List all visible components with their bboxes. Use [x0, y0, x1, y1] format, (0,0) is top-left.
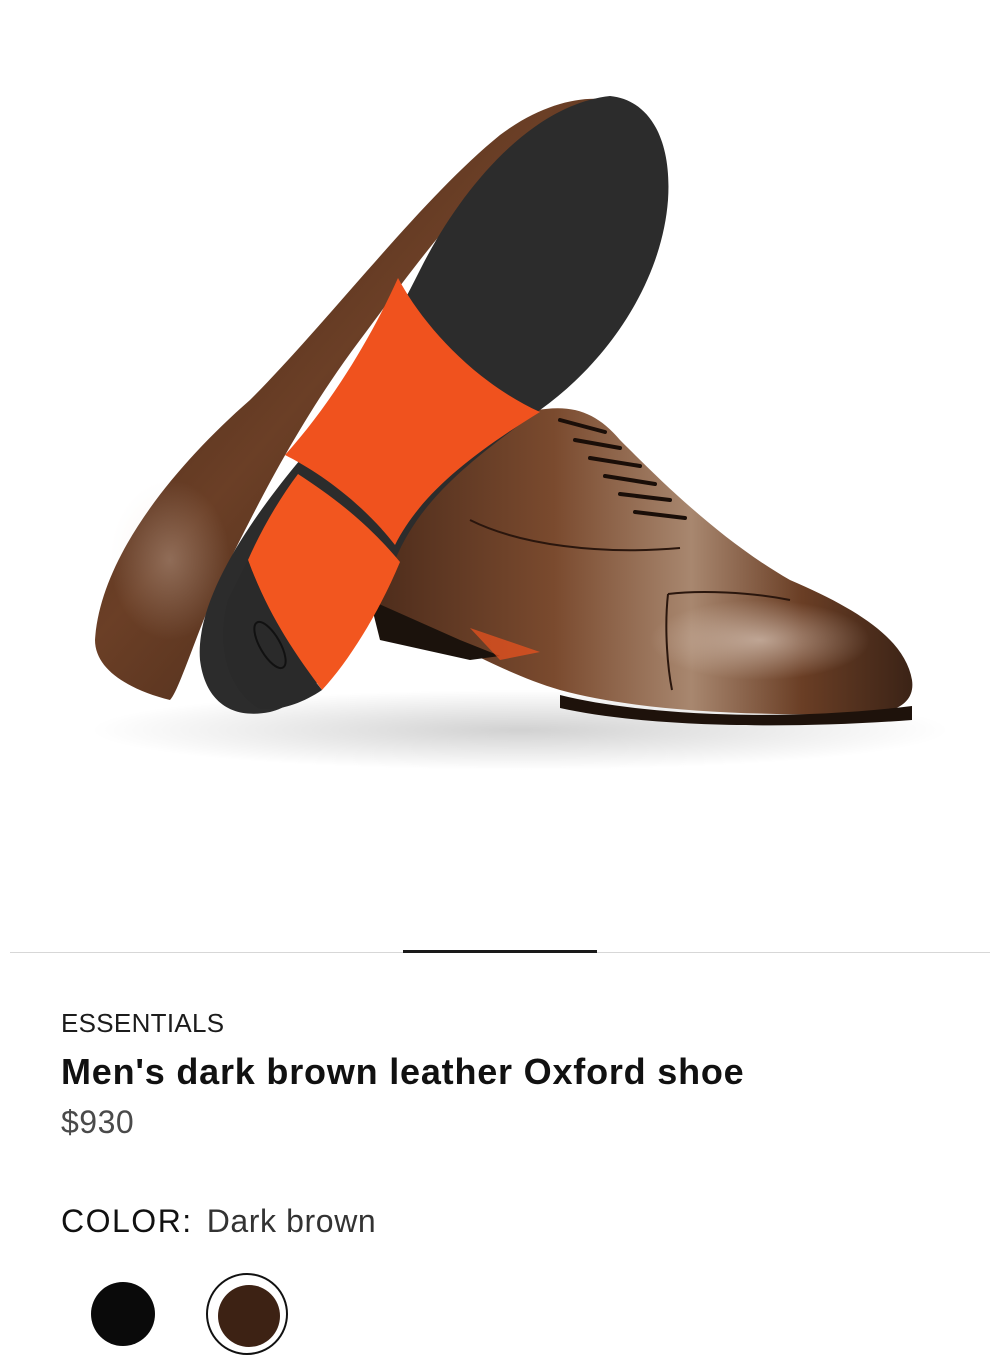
product-title: Men's dark brown leather Oxford shoe — [61, 1051, 745, 1092]
collection-label: ESSENTIALS — [61, 1008, 225, 1038]
color-swatch-dark-brown[interactable] — [218, 1285, 280, 1347]
color-selector-label: COLOR: Dark brown — [61, 1203, 376, 1240]
selected-color-value: Dark brown — [206, 1203, 377, 1239]
product-price: $930 — [61, 1104, 135, 1140]
color-label: COLOR: — [61, 1203, 193, 1239]
color-swatch-black[interactable] — [91, 1282, 155, 1346]
gallery-position-indicator — [403, 950, 597, 953]
shoe-illustration — [90, 96, 950, 770]
product-image[interactable] — [0, 0, 1000, 940]
